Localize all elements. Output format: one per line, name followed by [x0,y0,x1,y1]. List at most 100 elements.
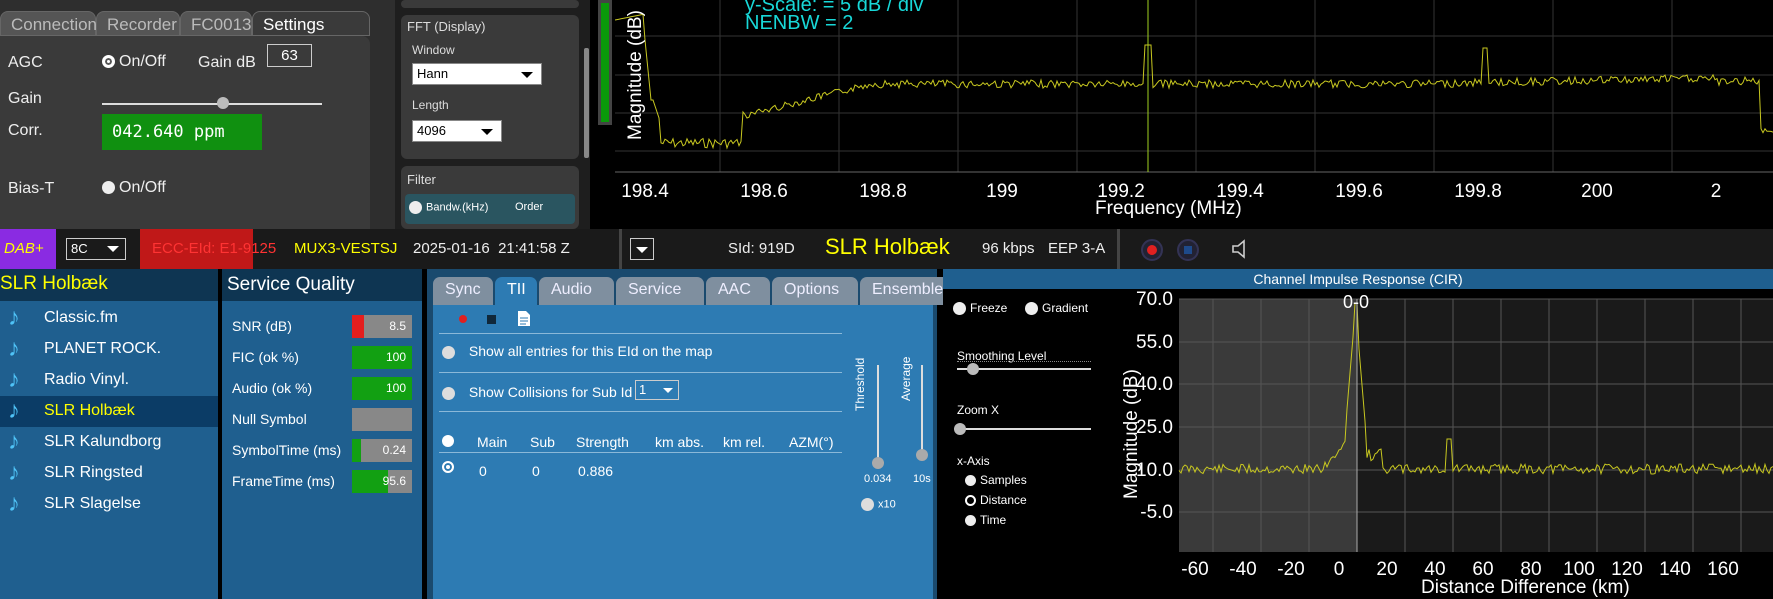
document-icon[interactable] [517,310,531,327]
xaxis-option-label: Samples [980,473,1027,487]
agc-radio-icon [102,55,115,69]
col-sub: Sub [530,434,555,450]
quality-value: 95.6 [382,474,406,488]
service-name: SLR Kalundborg [44,433,162,450]
x-tick-label: 198.6 [740,181,788,202]
status-bar: DAB+ 8C ECC-EId: E1-9125 MUX3-VESTSJ 202… [0,229,1773,269]
y-tick-label: 55.0 [1136,332,1173,353]
sid-text: SId: 919D [728,240,795,257]
tab-tii[interactable]: TII [495,277,537,305]
service-name: SLR Holbæk [825,234,950,259]
x-tick-label: 140 [1659,559,1691,580]
show-all-radio-icon [442,345,455,359]
divider [619,229,622,269]
mode-badge[interactable]: DAB+ [0,229,56,269]
gated-region [1179,299,1357,552]
select-all-checkbox[interactable] [442,435,454,447]
agc-label: AGC [8,54,43,71]
quality-bar: 95.6 [352,470,412,493]
row-checkbox[interactable] [442,461,454,473]
window-select[interactable]: Hann [412,63,542,85]
tab-audio[interactable]: Audio [539,277,614,305]
chevron-down-icon [663,388,673,393]
average-slider-handle[interactable] [916,449,928,461]
stop-button[interactable] [1177,239,1199,261]
service-name: SLR Holbæk [44,402,135,419]
xaxis-option[interactable]: Samples [965,473,1027,487]
x10-toggle[interactable]: x10 [861,498,896,511]
show-coll-toggle[interactable]: Show Collisions for Sub Id [442,384,632,400]
service-list-item[interactable]: ♪ SLR Slagelse [0,489,218,520]
threshold-slider-handle[interactable] [872,457,884,469]
service-name: Classic.fm [44,309,118,326]
eep-text: EEP 3-A [1048,240,1106,257]
gain-db-spinbox[interactable]: 63 [267,44,312,67]
x-tick-label: 199.8 [1454,181,1502,202]
divider [439,333,842,334]
quality-label: SymbolTime (ms) [232,442,342,458]
threshold-slider[interactable] [877,365,879,465]
gain-slider-handle[interactable] [217,97,229,109]
cir-peak-label: 0-0 [1343,292,1370,312]
agc-toggle[interactable]: On/Off [102,53,166,71]
biast-toggle[interactable]: On/Off [102,179,166,197]
show-coll-radio-icon [442,386,455,400]
record-button[interactable] [1141,239,1163,261]
service-list-item[interactable]: ♪ PLANET ROCK. [0,334,218,365]
col-strength: Strength [576,434,629,450]
tab-connection[interactable]: Connection [0,11,97,36]
y-tick-label: -5.0 [1140,502,1173,523]
level-meter [598,0,612,125]
x-tick-label: 198.4 [621,181,669,202]
music-note-icon: ♪ [8,397,20,424]
x-tick-label: 199 [986,181,1018,202]
quality-value: 100 [385,350,406,364]
tab-recorder[interactable]: Recorder [96,11,180,36]
col-km-abs: km abs. [655,434,705,450]
fft-group: FFT (Display) Window Hann Length 4096 [401,15,579,159]
chevron-down-icon [107,246,119,252]
service-list-item[interactable]: ♪ Radio Vinyl. [0,365,218,396]
tii-body: Show all entries for this EId on the map… [433,305,933,599]
show-all-toggle[interactable]: Show all entries for this EId on the map [442,343,712,359]
channel-select[interactable]: 8C [66,238,126,260]
service-list-item[interactable]: ♪ Classic.fm [0,303,218,334]
average-slider[interactable] [921,365,923,455]
bandw-toggle[interactable]: Bandw.(kHz) [409,201,488,214]
quality-label: Null Symbol [232,411,307,427]
tab-options[interactable]: Options [772,277,858,305]
sub-id-select[interactable]: 1 [635,380,679,400]
length-select-value: 4096 [417,123,446,138]
xaxis-option[interactable]: Time [965,513,1006,527]
tab-service[interactable]: Service [616,277,704,305]
tab-settings[interactable]: Settings [252,11,370,36]
gain-label: Gain [8,90,42,107]
record-icon[interactable] [459,315,467,323]
quality-bar: 8.5 [352,315,412,338]
tab-fc0013[interactable]: FC0013 [180,11,252,36]
agc-toggle-label: On/Off [119,53,166,70]
music-note-icon: ♪ [8,459,20,486]
average-label: Average [899,356,913,401]
threshold-value: 0.034 [864,473,892,485]
service-list-item[interactable]: ♪ SLR Holbæk [0,396,218,427]
order-label: Order [515,201,544,213]
tab-aac[interactable]: AAC [706,277,770,305]
service-dropdown[interactable] [630,238,654,260]
x-tick-label: 199.6 [1335,181,1383,202]
quality-label: FIC (ok %) [232,349,299,365]
biast-radio-icon [102,181,115,195]
biast-label: Bias-T [8,180,55,197]
speaker-icon[interactable] [1230,238,1252,260]
service-list-item[interactable]: ♪ SLR Ringsted [0,458,218,489]
gain-slider[interactable] [102,103,322,105]
scrollbar[interactable] [584,48,589,158]
tab-sync[interactable]: Sync [433,277,493,305]
spectrum-xlabel: Frequency (MHz) [1095,198,1242,219]
music-note-icon: ♪ [8,428,20,455]
service-list-item[interactable]: ♪ SLR Kalundborg [0,427,218,458]
xaxis-option[interactable]: Distance [965,493,1027,507]
stop-icon[interactable] [487,315,496,324]
length-select[interactable]: 4096 [412,120,502,142]
divider [439,411,842,412]
